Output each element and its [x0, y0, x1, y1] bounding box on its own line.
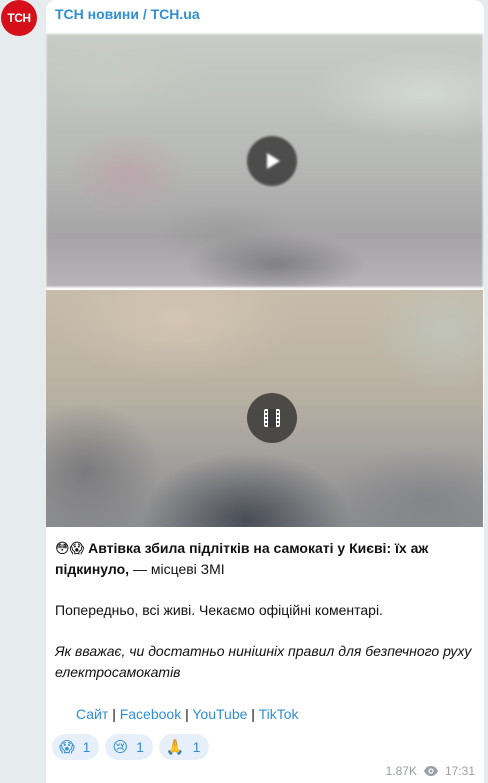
film-icon [264, 409, 280, 427]
reaction-count: 1 [82, 739, 91, 755]
headline-bold: Автівка збила підлітків на самокаті у Ки… [55, 540, 429, 577]
video-thumbnail-2[interactable] [46, 290, 483, 527]
link-separator: | [185, 706, 189, 722]
message-bubble: ТСН новини / TCH.ua 😳😱 Автівка збила під… [46, 0, 484, 783]
channel-name[interactable]: ТСН новини / TCH.ua [55, 6, 200, 22]
avatar-text: ТСН [7, 11, 31, 25]
reactions-bar: 😱 1 😢 1 🙏 1 [52, 734, 210, 760]
link-separator: | [251, 706, 255, 722]
reaction-count: 1 [136, 739, 144, 755]
eye-icon [423, 766, 438, 776]
reaction-scream[interactable]: 😱 1 [52, 734, 100, 760]
message-meta: 1.87K 17:31 [386, 764, 475, 778]
youtube-link[interactable]: YouTube [192, 706, 247, 722]
headline-emoji: 😳😱 [55, 540, 85, 556]
play-icon [267, 153, 280, 169]
play-button[interactable] [247, 136, 297, 186]
reaction-cry[interactable]: 😢 1 [105, 734, 153, 760]
channel-avatar[interactable]: ТСН [1, 0, 37, 36]
reaction-pray[interactable]: 🙏 1 [158, 734, 210, 760]
video-button[interactable] [247, 393, 297, 443]
site-link[interactable]: Сайт [76, 706, 108, 722]
link-separator: | [112, 706, 116, 722]
message-time: 17:31 [444, 764, 475, 778]
cry-emoji-icon: 😢 [112, 739, 129, 756]
view-count: 1.87K [385, 764, 417, 778]
headline-source: — місцеві ЗМІ [129, 561, 225, 577]
scream-emoji-icon: 😱 [59, 739, 75, 756]
reaction-count: 1 [192, 739, 201, 755]
pray-emoji-icon: 🙏 [165, 739, 185, 756]
video-thumbnail-1[interactable] [46, 34, 483, 287]
post-text: 😳😱 Автівка збила підлітків на самокаті у… [55, 538, 475, 683]
status-paragraph: Попередньо, всі живі. Чекаємо офіційні к… [55, 602, 383, 618]
question-paragraph: Як вважає, чи достатньо нинішніх правил … [55, 643, 472, 680]
facebook-link[interactable]: Facebook [120, 706, 181, 722]
headline: 😳😱 Автівка збила підлітків на самокаті у… [55, 538, 475, 580]
social-links: Сайт | Facebook | YouTube | TikTok [76, 706, 299, 722]
tiktok-link[interactable]: TikTok [259, 706, 299, 722]
